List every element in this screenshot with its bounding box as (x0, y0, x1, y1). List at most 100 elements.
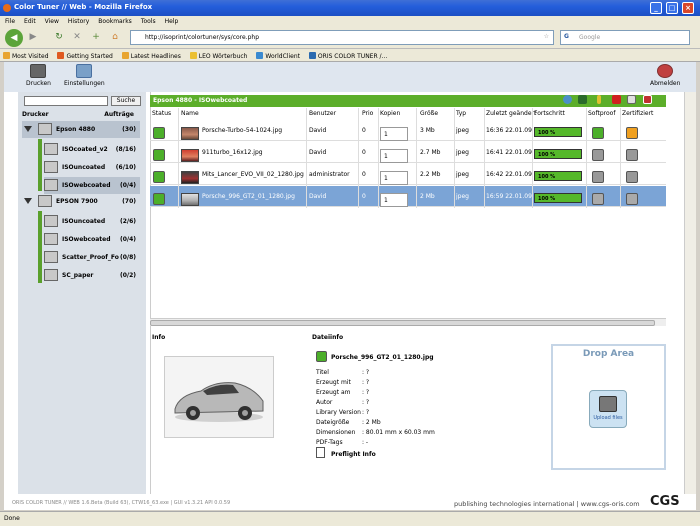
copies-stepper[interactable]: 1 (380, 149, 408, 163)
star-icon[interactable]: ☆ (544, 33, 549, 40)
certified-icon[interactable] (626, 193, 638, 205)
certified-icon[interactable] (626, 127, 638, 139)
softproof-icon[interactable] (592, 127, 604, 139)
sidebar-search-button[interactable]: Suche (111, 96, 141, 106)
job-prio: 0 (362, 149, 366, 156)
tree-count: (0/4) (119, 236, 136, 243)
tree-queue-isouncoated-2[interactable]: ISOuncoated (2/6) (44, 213, 140, 230)
tree-label: Epson 4880 (56, 126, 96, 133)
tree-queue-sc-paper[interactable]: SC_paper (0/2) (44, 267, 140, 284)
maximize-button[interactable]: □ (666, 2, 678, 14)
bookmark-oris[interactable]: ORIS COLOR TUNER /... (306, 49, 391, 60)
col-size[interactable]: Größe (420, 110, 438, 117)
col-softproof[interactable]: Softproof (588, 110, 615, 117)
signal-icon[interactable] (578, 95, 587, 104)
bookmark-latest-headlines[interactable]: Latest Headlines (119, 49, 185, 60)
upload-files-button[interactable]: Upload files (589, 390, 627, 428)
table-row[interactable]: Mits_Lancer_EVO_VII_02_1280.jpg administ… (150, 164, 666, 185)
stop-icon[interactable]: ✕ (70, 30, 84, 44)
table-row[interactable]: Porsche-Turbo-54-1024.jpg David 0 1 3 Mb… (150, 120, 666, 141)
menu-help[interactable]: Help (160, 16, 183, 25)
sidebar-search-input[interactable] (24, 96, 108, 106)
tree-queue-isouncoated[interactable]: ISOuncoated (6/10) (44, 159, 140, 176)
file-info-title: Dateiinfo (312, 334, 344, 341)
settings-button[interactable]: Einstellungen (64, 64, 105, 87)
col-name[interactable]: Name (181, 110, 199, 117)
horizontal-scrollbar[interactable] (150, 318, 666, 326)
menu-bookmarks[interactable]: Bookmarks (93, 16, 136, 25)
copy-icon[interactable] (627, 95, 636, 104)
logout-button[interactable]: Abmelden (650, 64, 680, 87)
bookmark-most-visited[interactable]: Most Visited (0, 49, 53, 60)
home-icon[interactable]: ⌂ (108, 30, 122, 44)
tree-queue-isowebcoated-2[interactable]: ISOwebcoated (0/4) (44, 231, 140, 248)
tree-label: Scatter_Proof_Fo (62, 254, 119, 261)
add-bookmark-icon[interactable]: + (89, 30, 103, 44)
app-toolbar: Drucken Einstellungen Abmelden (4, 62, 696, 92)
vertical-scrollbar[interactable] (684, 92, 696, 497)
certified-icon[interactable] (626, 149, 638, 161)
priority-icon[interactable] (597, 95, 601, 104)
col-type[interactable]: Typ (456, 110, 466, 117)
queue-icon (44, 215, 58, 227)
queue-icon (44, 233, 58, 245)
status-check-icon (153, 193, 165, 205)
web-search-field[interactable]: G Google (560, 30, 690, 45)
navigation-toolbar: ◀ ▶ ↻ ✕ + ⌂ http://isoprint/colortuner/s… (0, 27, 700, 49)
refresh-icon[interactable] (563, 95, 572, 104)
url-field[interactable]: http://isoprint/colortuner/sys/core.php ☆ (130, 30, 554, 45)
softproof-icon[interactable] (592, 193, 604, 205)
menu-history[interactable]: History (63, 16, 93, 25)
col-progress[interactable]: Fortschritt (534, 110, 565, 117)
col-status[interactable]: Status (152, 110, 171, 117)
col-prio[interactable]: Prio (362, 110, 373, 117)
close-button[interactable]: × (682, 2, 694, 14)
softproof-icon[interactable] (592, 149, 604, 161)
field-label: PDF-Tags (316, 439, 343, 446)
minimize-button[interactable]: _ (650, 2, 662, 14)
copies-stepper[interactable]: 1 (380, 127, 408, 141)
bookmark-leo[interactable]: LEO Wörterbuch (187, 49, 252, 60)
menu-tools[interactable]: Tools (136, 16, 160, 25)
col-certified[interactable]: Zertifiziert (622, 110, 653, 117)
tree-printer-epson7900[interactable]: EPSON 7900 (70) (22, 193, 140, 210)
reload-icon[interactable]: ↻ (52, 30, 66, 44)
job-name: Porsche-Turbo-54-1024.jpg (202, 127, 283, 134)
field-label: Library Version (316, 409, 361, 416)
bookmark-worldclient[interactable]: WorldClient (253, 49, 304, 60)
softproof-icon[interactable] (592, 171, 604, 183)
menu-view[interactable]: View (40, 16, 63, 25)
tree-printer-epson4880[interactable]: Epson 4880 (30) (22, 121, 140, 138)
copies-stepper[interactable]: 1 (380, 171, 408, 185)
export-icon[interactable] (643, 95, 652, 104)
forward-icon[interactable]: ▶ (26, 30, 40, 44)
delete-icon[interactable] (612, 95, 621, 104)
document-icon (316, 447, 325, 458)
job-user: David (309, 127, 327, 134)
certified-icon[interactable] (626, 171, 638, 183)
back-icon[interactable]: ◀ (5, 29, 23, 47)
bookmark-getting-started[interactable]: Getting Started (54, 49, 116, 60)
table-row-selected[interactable]: Porsche_996_GT2_01_1280.jpg David 0 1 2 … (150, 186, 666, 207)
col-modified[interactable]: Zuletzt geändert (486, 110, 536, 117)
bookmarks-toolbar: Most Visited Getting Started Latest Head… (0, 49, 700, 62)
job-type: jpeg (456, 193, 469, 200)
field-value: : ? (362, 379, 370, 386)
field-label: Erzeugt mit (316, 379, 351, 386)
print-button[interactable]: Drucken (26, 64, 51, 87)
preflight-link[interactable]: Preflight Info (331, 451, 376, 458)
field-label: Erzeugt am (316, 389, 351, 396)
tree-queue-isocoated-v2[interactable]: ISOcoated_v2 (8/16) (44, 141, 140, 158)
status-check-icon (153, 127, 165, 139)
progress-bar: 100 % (534, 171, 582, 181)
col-user[interactable]: Benutzer (309, 110, 336, 117)
menu-file[interactable]: File (0, 16, 19, 25)
upload-label: Upload files (593, 415, 623, 421)
tree-queue-scatter-proof[interactable]: Scatter_Proof_Fo (0/8) (44, 249, 140, 266)
table-row[interactable]: 911turbo_16x12.jpg David 0 1 2.7 Mb jpeg… (150, 142, 666, 163)
job-type: jpeg (456, 171, 469, 178)
copies-stepper[interactable]: 1 (380, 193, 408, 207)
tree-queue-isowebcoated[interactable]: ISOwebcoated (0/4) (44, 177, 140, 194)
col-copies[interactable]: Kopien (380, 110, 400, 117)
menu-edit[interactable]: Edit (19, 16, 40, 25)
